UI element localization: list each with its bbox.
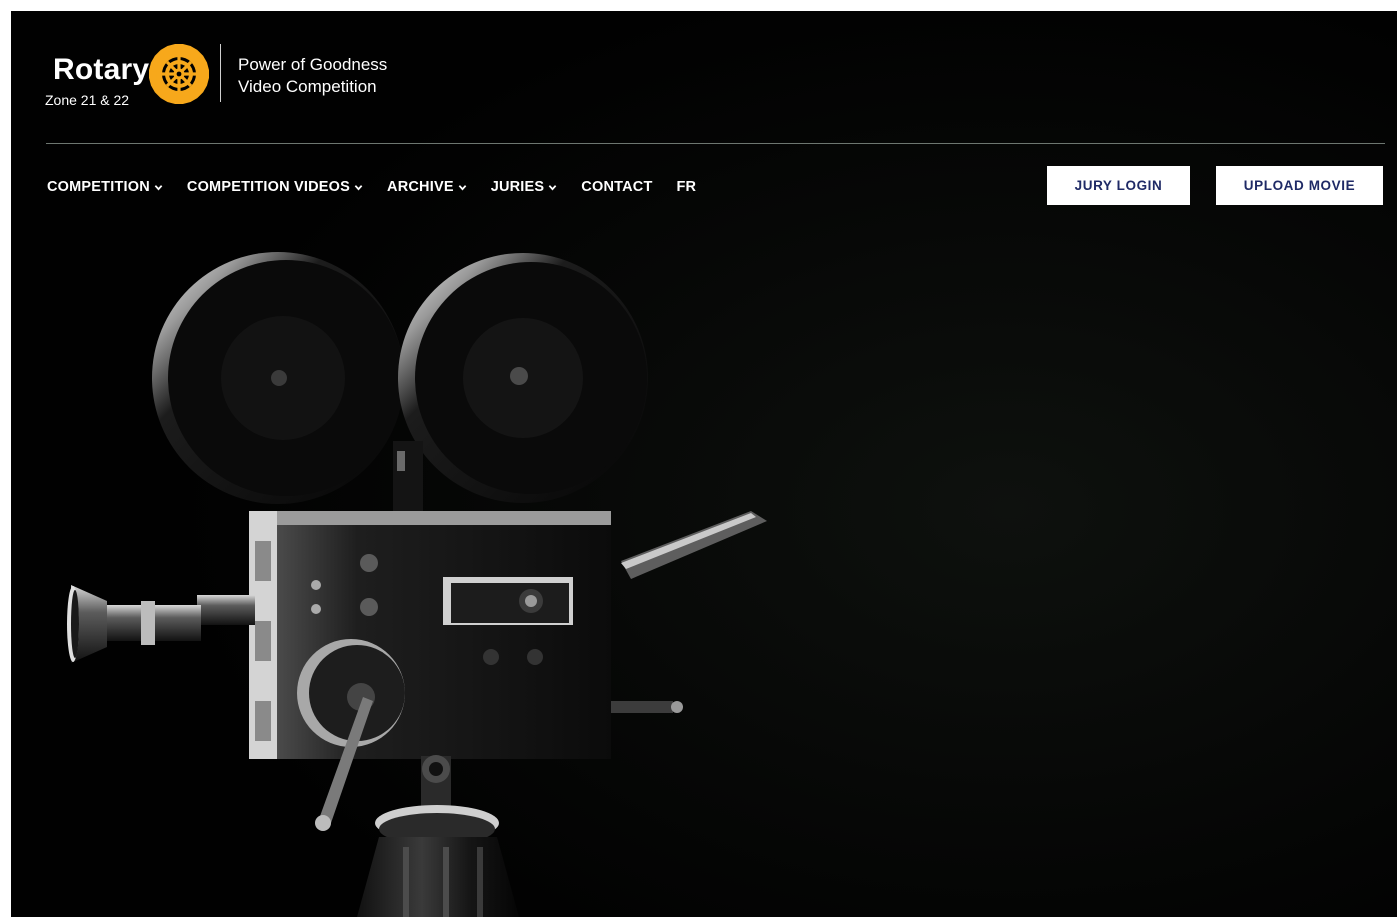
rotary-logo[interactable]: Rotary Zone 21 & 22 Power of Goodness Vi…	[44, 41, 424, 111]
page: Rotary Zone 21 & 22 Power of Goodness Vi…	[11, 11, 1397, 917]
nav-item-language-fr[interactable]: FR	[677, 179, 697, 195]
chevron-down-icon	[354, 184, 363, 190]
upload-movie-button[interactable]: UPLOAD MOVIE	[1216, 166, 1383, 205]
nav-item-label: CONTACT	[581, 179, 653, 195]
left-reel	[152, 252, 404, 504]
jury-login-button[interactable]: JURY LOGIN	[1047, 166, 1190, 205]
brand-tagline: Power of Goodness Video Competition	[238, 54, 387, 98]
brand-name: Rotary	[53, 53, 150, 86]
nav-item-juries[interactable]: JURIES	[491, 179, 558, 195]
chevron-down-icon	[154, 184, 163, 190]
logo-divider	[220, 44, 221, 102]
tagline-line-2: Video Competition	[238, 77, 377, 96]
hero-camera-image	[11, 11, 1397, 917]
nav-item-contact[interactable]: CONTACT	[581, 179, 652, 195]
right-reel	[398, 253, 648, 503]
nav-item-label: JURIES	[490, 179, 545, 195]
nav-item-label: ARCHIVE	[387, 179, 454, 195]
tagline-line-1: Power of Goodness	[238, 55, 388, 74]
header-divider	[46, 143, 1385, 144]
rotary-wheel-icon	[148, 43, 210, 105]
nav-item-competition[interactable]: COMPETITION	[47, 179, 163, 195]
chevron-down-icon	[548, 184, 557, 190]
nav-item-archive[interactable]: ARCHIVE	[387, 179, 467, 195]
nav-item-label: COMPETITION	[47, 179, 150, 195]
chevron-down-icon	[458, 184, 467, 190]
nav-item-competition-videos[interactable]: COMPETITION VIDEOS	[187, 179, 363, 195]
nav-item-label: COMPETITION VIDEOS	[186, 179, 351, 195]
main-nav: COMPETITION COMPETITION VIDEOS ARCHIVE J…	[47, 177, 720, 197]
nav-item-label: FR	[676, 179, 697, 195]
brand-zone: Zone 21 & 22	[45, 92, 130, 108]
